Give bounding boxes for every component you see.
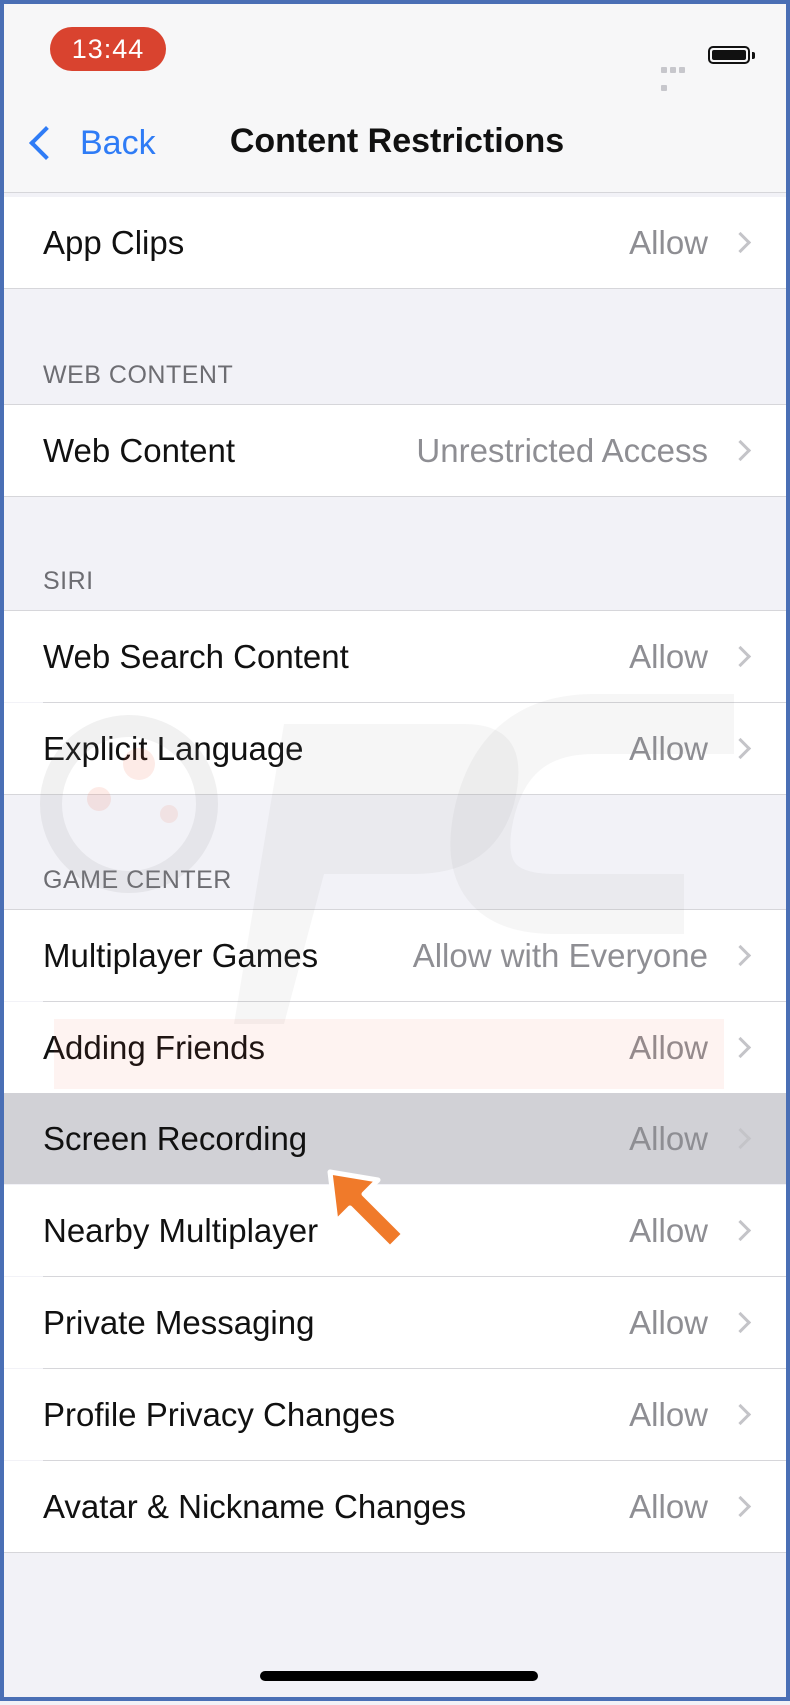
row-private-messaging[interactable]: Private Messaging Allow [4,1277,786,1368]
row-label: Explicit Language [43,729,304,767]
row-value: Unrestricted Access [416,431,708,469]
chevron-right-icon [729,1219,752,1242]
screen: 13:44 Back Content Restrictions App Clip… [4,4,786,1697]
row-profile-privacy-changes[interactable]: Profile Privacy Changes Allow [4,1369,786,1460]
row-value: Allow [629,1028,708,1066]
chevron-right-icon [729,645,752,668]
cellular-signal-icon [661,60,695,91]
row-label: Avatar & Nickname Changes [43,1487,467,1525]
page-title: Content Restrictions [229,122,565,160]
section-header-web-content: WEB CONTENT [43,361,234,389]
row-label: Adding Friends [43,1028,265,1066]
row-value: Allow [629,1211,708,1249]
section-header-siri: SIRI [43,567,94,595]
row-value: Allow [629,1119,708,1157]
row-label: Web Search Content [43,637,349,675]
row-label: Multiplayer Games [43,936,319,974]
row-web-search-content[interactable]: Web Search Content Allow [4,611,786,702]
row-label: Web Content [43,431,236,469]
row-value: Allow [629,637,708,675]
section-header-game-center: GAME CENTER [43,866,232,894]
pointer-arrow-icon [327,1169,407,1251]
chevron-right-icon [729,1127,752,1150]
group-border [4,794,786,795]
row-multiplayer-games[interactable]: Multiplayer Games Allow with Everyone [4,910,786,1001]
status-time: 13:44 [50,27,166,71]
chevron-right-icon [729,944,752,967]
chevron-right-icon [729,439,752,462]
navigation-bar: Back Content Restrictions [4,94,786,193]
group-border [4,496,786,497]
row-label: App Clips [43,223,185,261]
row-label: Screen Recording [43,1119,308,1157]
home-indicator[interactable] [260,1671,538,1681]
row-value: Allow with Everyone [412,936,708,974]
row-adding-friends[interactable]: Adding Friends Allow [4,1002,786,1093]
row-value: Allow [629,1487,708,1525]
row-label: Nearby Multiplayer [43,1211,319,1249]
battery-icon [708,46,750,64]
row-value: Allow [629,1395,708,1433]
row-avatar-nickname-changes[interactable]: Avatar & Nickname Changes Allow [4,1461,786,1552]
row-value: Allow [629,1303,708,1341]
chevron-right-icon [729,1495,752,1518]
chevron-right-icon [729,737,752,760]
chevron-right-icon [729,1311,752,1334]
row-value: Allow [629,729,708,767]
battery-tip-icon [752,52,755,59]
row-label: Profile Privacy Changes [43,1395,396,1433]
row-label: Private Messaging [43,1303,315,1341]
chevron-right-icon [729,1036,752,1059]
group-border [4,1552,786,1553]
row-value: Allow [629,223,708,261]
row-explicit-language[interactable]: Explicit Language Allow [4,703,786,794]
chevron-right-icon [729,1403,752,1426]
chevron-right-icon [729,231,752,254]
group-border [4,288,786,289]
row-web-content[interactable]: Web Content Unrestricted Access [4,405,786,496]
row-app-clips[interactable]: App Clips Allow [4,197,786,288]
status-bar: 13:44 [4,4,786,94]
